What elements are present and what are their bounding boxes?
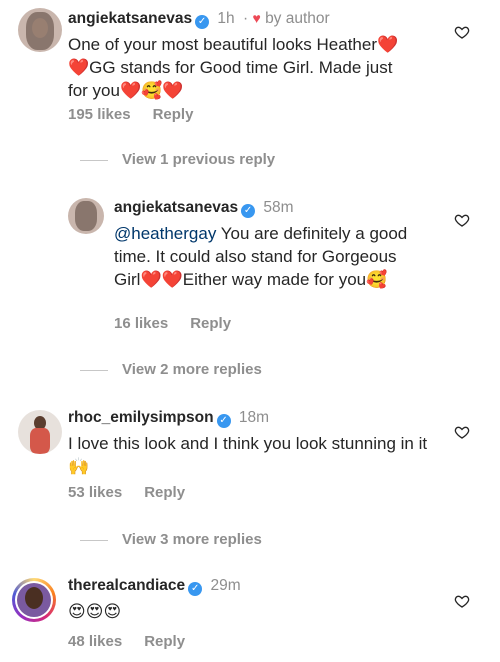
view-more-replies[interactable]: View 3 more replies (80, 531, 262, 548)
reply-button[interactable]: Reply (153, 106, 194, 123)
reply-button[interactable]: Reply (144, 484, 185, 501)
likes-count[interactable]: 195 likes (68, 106, 131, 123)
heart-outline-icon[interactable] (454, 24, 470, 40)
verified-icon: ✓ (195, 15, 210, 29)
heart-icon: ♥ (252, 10, 261, 26)
reply-button[interactable]: Reply (144, 633, 185, 650)
verified-icon: ✓ (216, 414, 231, 428)
reply-button[interactable]: Reply (190, 315, 231, 332)
comment-header: rhoc_emilysimpson ✓ 18m (68, 408, 269, 428)
likes-count[interactable]: 53 likes (68, 484, 122, 501)
view-previous-replies[interactable]: View 1 previous reply (80, 151, 275, 168)
avatar[interactable] (18, 8, 62, 52)
heart-outline-icon[interactable] (454, 593, 470, 609)
username[interactable]: angiekatsanevas (68, 10, 192, 27)
verified-icon: ✓ (188, 582, 203, 596)
timestamp: 29m (210, 577, 241, 594)
comment-actions: 48 likes Reply (68, 633, 207, 650)
timestamp: 1h (217, 10, 235, 27)
view-more-replies[interactable]: View 2 more replies (80, 361, 262, 378)
comment-text: @heathergay You are definitely a good ti… (114, 224, 408, 289)
divider (80, 539, 108, 541)
divider (80, 159, 108, 161)
timestamp: 58m (263, 199, 294, 216)
comment-text: I love this look and I think you look st… (68, 434, 428, 476)
mention-link[interactable]: @heathergay (114, 224, 216, 243)
comment-text: 😍😍😍 (68, 602, 122, 621)
username[interactable]: rhoc_emilysimpson (68, 409, 214, 426)
comment-actions: 53 likes Reply (68, 484, 207, 501)
verified-icon: ✓ (241, 204, 256, 218)
likes-count[interactable]: 48 likes (68, 633, 122, 650)
username[interactable]: angiekatsanevas (114, 199, 238, 216)
comment-actions: 195 likes Reply (68, 106, 215, 123)
comment-header: angiekatsanevas ✓ 58m (114, 198, 294, 218)
avatar-story-ring[interactable] (12, 578, 56, 622)
divider (80, 369, 108, 371)
username[interactable]: therealcandiace (68, 577, 185, 594)
heart-outline-icon[interactable] (454, 212, 470, 228)
separator: · (242, 10, 249, 27)
by-author-label: by author (265, 10, 330, 27)
comment-header: angiekatsanevas ✓ 1h · ♥ by author (68, 8, 330, 29)
avatar[interactable] (18, 410, 62, 454)
comment-text: One of your most beautiful looks Heather… (68, 35, 399, 100)
likes-count[interactable]: 16 likes (114, 315, 168, 332)
comment-header: therealcandiace ✓ 29m (68, 576, 241, 596)
avatar[interactable] (68, 198, 104, 234)
comment-actions: 16 likes Reply (114, 315, 253, 332)
heart-outline-icon[interactable] (454, 424, 470, 440)
timestamp: 18m (238, 409, 270, 426)
